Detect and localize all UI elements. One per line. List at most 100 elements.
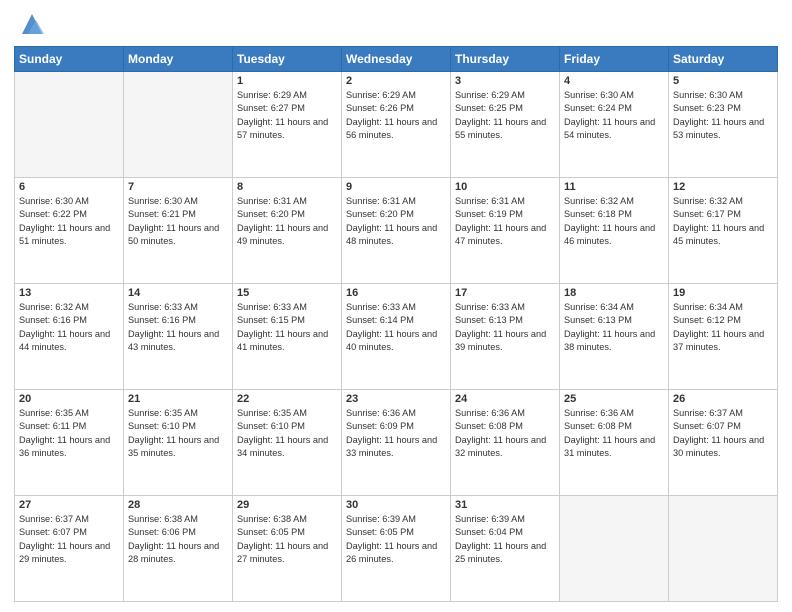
calendar-cell: 18Sunrise: 6:34 AM Sunset: 6:13 PM Dayli… — [560, 284, 669, 390]
day-info: Sunrise: 6:35 AM Sunset: 6:10 PM Dayligh… — [128, 407, 228, 460]
day-number: 3 — [455, 75, 555, 87]
day-number: 4 — [564, 75, 664, 87]
day-number: 26 — [673, 393, 773, 405]
day-info: Sunrise: 6:30 AM Sunset: 6:22 PM Dayligh… — [19, 195, 119, 248]
day-info: Sunrise: 6:31 AM Sunset: 6:20 PM Dayligh… — [346, 195, 446, 248]
day-info: Sunrise: 6:33 AM Sunset: 6:14 PM Dayligh… — [346, 301, 446, 354]
day-info: Sunrise: 6:31 AM Sunset: 6:20 PM Dayligh… — [237, 195, 337, 248]
calendar-cell: 11 Sunrise: 6:32 AM Sunset: 6:18 PM Dayli… — [560, 178, 669, 284]
day-info: Sunrise: 6:38 AM Sunset: 6:06 PM Dayligh… — [128, 513, 228, 566]
calendar-cell: 9 Sunrise: 6:31 AM Sunset: 6:20 PM Daylig… — [342, 178, 451, 284]
logo — [14, 10, 46, 38]
day-info: Sunrise: 6:39 AM Sunset: 6:05 PM Dayligh… — [346, 513, 446, 566]
calendar-cell: 12Sunrise: 6:32 AM Sunset: 6:17 PM Dayli… — [669, 178, 778, 284]
day-number: 1 — [237, 75, 337, 87]
day-info: Sunrise: 6:29 AM Sunset: 6:27 PM Dayligh… — [237, 89, 337, 142]
day-number: 23 — [346, 393, 446, 405]
weekday-header-tuesday: Tuesday — [233, 47, 342, 72]
calendar-cell: 15 Sunrise: 6:33 AM Sunset: 6:15 PM Dayli… — [233, 284, 342, 390]
day-number: 14 — [128, 287, 228, 299]
day-number: 30 — [346, 499, 446, 511]
day-number: 24 — [455, 393, 555, 405]
day-number: 10 — [455, 181, 555, 193]
calendar-cell: 6 Sunrise: 6:30 AM Sunset: 6:22 PM Daylig… — [15, 178, 124, 284]
day-number: 6 — [19, 181, 119, 193]
calendar-cell: 25Sunrise: 6:36 AM Sunset: 6:08 PM Dayli… — [560, 390, 669, 496]
day-number: 21 — [128, 393, 228, 405]
calendar-cell: 5 Sunrise: 6:30 AM Sunset: 6:23 PM Daylig… — [669, 72, 778, 178]
weekday-header-wednesday: Wednesday — [342, 47, 451, 72]
week-row-1: 1 Sunrise: 6:29 AM Sunset: 6:27 PM Daylig… — [15, 72, 778, 178]
calendar-cell: 20 Sunrise: 6:35 AM Sunset: 6:11 PM Dayli… — [15, 390, 124, 496]
day-number: 9 — [346, 181, 446, 193]
week-row-4: 20 Sunrise: 6:35 AM Sunset: 6:11 PM Dayli… — [15, 390, 778, 496]
day-number: 31 — [455, 499, 555, 511]
calendar-cell: 29 Sunrise: 6:38 AM Sunset: 6:05 PM Dayli… — [233, 496, 342, 602]
day-number: 25 — [564, 393, 664, 405]
day-number: 17 — [455, 287, 555, 299]
calendar-cell: 8Sunrise: 6:31 AM Sunset: 6:20 PM Daylig… — [233, 178, 342, 284]
calendar-cell — [15, 72, 124, 178]
day-number: 13 — [19, 287, 119, 299]
day-number: 2 — [346, 75, 446, 87]
calendar-cell — [124, 72, 233, 178]
day-number: 16 — [346, 287, 446, 299]
calendar-cell: 27 Sunrise: 6:37 AM Sunset: 6:07 PM Dayli… — [15, 496, 124, 602]
day-info: Sunrise: 6:32 AM Sunset: 6:17 PM Dayligh… — [673, 195, 773, 248]
day-info: Sunrise: 6:37 AM Sunset: 6:07 PM Dayligh… — [673, 407, 773, 460]
day-number: 5 — [673, 75, 773, 87]
day-number: 20 — [19, 393, 119, 405]
day-number: 11 — [564, 181, 664, 193]
calendar-cell: 1 Sunrise: 6:29 AM Sunset: 6:27 PM Daylig… — [233, 72, 342, 178]
day-info: Sunrise: 6:35 AM Sunset: 6:10 PM Dayligh… — [237, 407, 337, 460]
calendar-cell: 17 Sunrise: 6:33 AM Sunset: 6:13 PM Dayli… — [451, 284, 560, 390]
day-info: Sunrise: 6:38 AM Sunset: 6:05 PM Dayligh… — [237, 513, 337, 566]
day-info: Sunrise: 6:36 AM Sunset: 6:08 PM Dayligh… — [455, 407, 555, 460]
day-info: Sunrise: 6:29 AM Sunset: 6:26 PM Dayligh… — [346, 89, 446, 142]
calendar-cell: 4Sunrise: 6:30 AM Sunset: 6:24 PM Daylig… — [560, 72, 669, 178]
calendar-cell: 22 Sunrise: 6:35 AM Sunset: 6:10 PM Dayli… — [233, 390, 342, 496]
weekday-header-thursday: Thursday — [451, 47, 560, 72]
calendar-header: SundayMondayTuesdayWednesdayThursdayFrid… — [15, 47, 778, 72]
calendar-cell: 31 Sunrise: 6:39 AM Sunset: 6:04 PM Dayli… — [451, 496, 560, 602]
day-number: 15 — [237, 287, 337, 299]
page-container: SundayMondayTuesdayWednesdayThursdayFrid… — [0, 0, 792, 612]
calendar-cell — [560, 496, 669, 602]
calendar-cell: 3 Sunrise: 6:29 AM Sunset: 6:25 PM Daylig… — [451, 72, 560, 178]
weekday-header-monday: Monday — [124, 47, 233, 72]
day-info: Sunrise: 6:34 AM Sunset: 6:12 PM Dayligh… — [673, 301, 773, 354]
day-info: Sunrise: 6:35 AM Sunset: 6:11 PM Dayligh… — [19, 407, 119, 460]
day-info: Sunrise: 6:32 AM Sunset: 6:16 PM Dayligh… — [19, 301, 119, 354]
day-info: Sunrise: 6:39 AM Sunset: 6:04 PM Dayligh… — [455, 513, 555, 566]
day-info: Sunrise: 6:36 AM Sunset: 6:09 PM Dayligh… — [346, 407, 446, 460]
day-info: Sunrise: 6:29 AM Sunset: 6:25 PM Dayligh… — [455, 89, 555, 142]
calendar-cell: 16 Sunrise: 6:33 AM Sunset: 6:14 PM Dayli… — [342, 284, 451, 390]
calendar: SundayMondayTuesdayWednesdayThursdayFrid… — [14, 46, 778, 602]
weekday-header-sunday: Sunday — [15, 47, 124, 72]
day-info: Sunrise: 6:32 AM Sunset: 6:18 PM Dayligh… — [564, 195, 664, 248]
day-info: Sunrise: 6:33 AM Sunset: 6:13 PM Dayligh… — [455, 301, 555, 354]
weekday-row: SundayMondayTuesdayWednesdayThursdayFrid… — [15, 47, 778, 72]
day-number: 28 — [128, 499, 228, 511]
day-info: Sunrise: 6:33 AM Sunset: 6:15 PM Dayligh… — [237, 301, 337, 354]
day-number: 22 — [237, 393, 337, 405]
calendar-cell: 7Sunrise: 6:30 AM Sunset: 6:21 PM Daylig… — [124, 178, 233, 284]
header — [14, 10, 778, 38]
calendar-cell — [669, 496, 778, 602]
calendar-cell: 24 Sunrise: 6:36 AM Sunset: 6:08 PM Dayli… — [451, 390, 560, 496]
day-info: Sunrise: 6:30 AM Sunset: 6:21 PM Dayligh… — [128, 195, 228, 248]
calendar-cell: 23 Sunrise: 6:36 AM Sunset: 6:09 PM Dayli… — [342, 390, 451, 496]
week-row-5: 27 Sunrise: 6:37 AM Sunset: 6:07 PM Dayli… — [15, 496, 778, 602]
week-row-3: 13 Sunrise: 6:32 AM Sunset: 6:16 PM Dayli… — [15, 284, 778, 390]
calendar-cell: 10Sunrise: 6:31 AM Sunset: 6:19 PM Dayli… — [451, 178, 560, 284]
day-info: Sunrise: 6:37 AM Sunset: 6:07 PM Dayligh… — [19, 513, 119, 566]
calendar-cell: 13 Sunrise: 6:32 AM Sunset: 6:16 PM Dayli… — [15, 284, 124, 390]
weekday-header-friday: Friday — [560, 47, 669, 72]
calendar-cell: 21 Sunrise: 6:35 AM Sunset: 6:10 PM Dayli… — [124, 390, 233, 496]
day-number: 27 — [19, 499, 119, 511]
day-number: 29 — [237, 499, 337, 511]
day-info: Sunrise: 6:30 AM Sunset: 6:23 PM Dayligh… — [673, 89, 773, 142]
calendar-cell: 14Sunrise: 6:33 AM Sunset: 6:16 PM Dayli… — [124, 284, 233, 390]
day-info: Sunrise: 6:34 AM Sunset: 6:13 PM Dayligh… — [564, 301, 664, 354]
week-row-2: 6 Sunrise: 6:30 AM Sunset: 6:22 PM Daylig… — [15, 178, 778, 284]
